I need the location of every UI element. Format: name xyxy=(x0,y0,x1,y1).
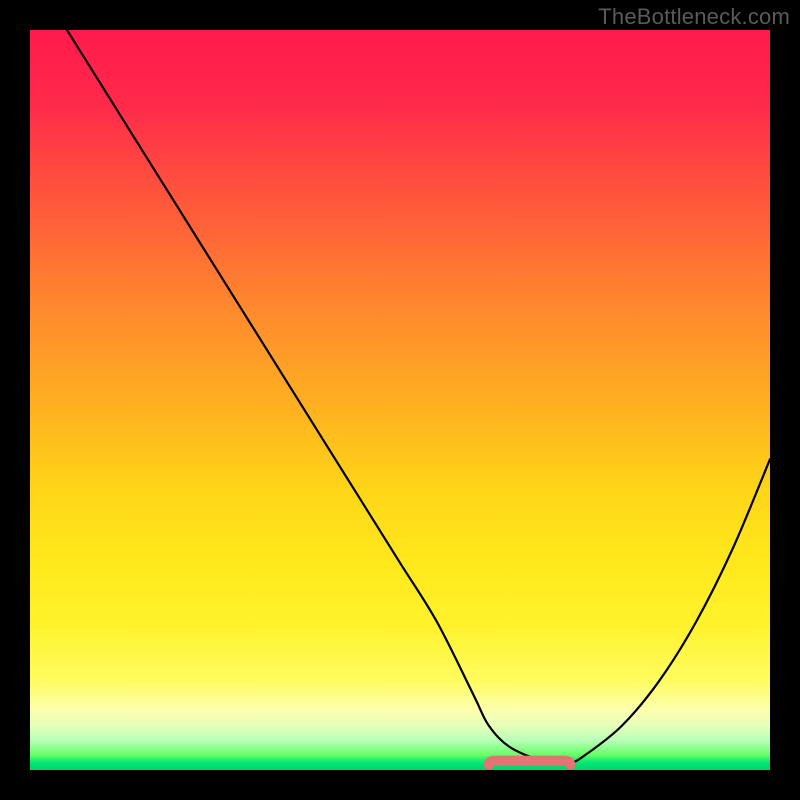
chart-heatmap-background xyxy=(30,30,770,770)
optimal-range-bar xyxy=(30,30,770,770)
bottleneck-curve xyxy=(30,30,770,770)
watermark-text: TheBottleneck.com xyxy=(598,4,790,30)
